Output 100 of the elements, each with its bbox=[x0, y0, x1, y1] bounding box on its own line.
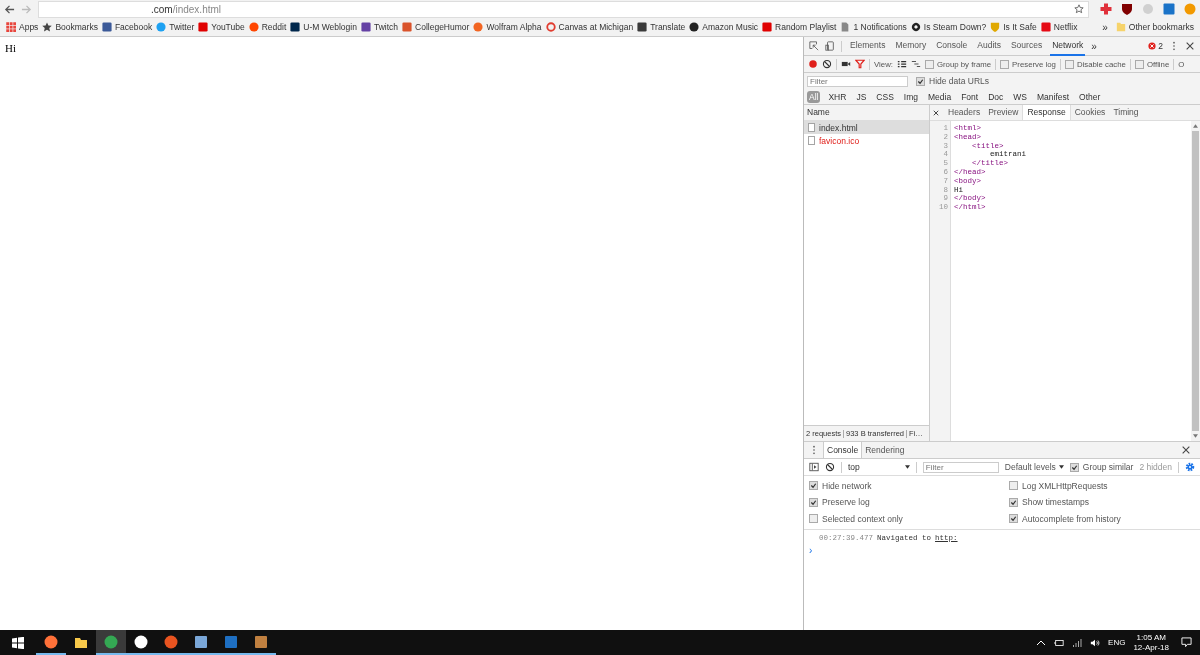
bookmark[interactable]: Wolfram Alpha bbox=[473, 22, 542, 32]
site-icon bbox=[1040, 22, 1051, 32]
type-filter[interactable]: Manifest bbox=[1035, 90, 1072, 103]
scrollbar[interactable] bbox=[1191, 121, 1200, 441]
checkbox-option[interactable]: Group similar bbox=[1069, 462, 1134, 472]
panel-tab[interactable]: Console bbox=[934, 36, 970, 56]
bookmark[interactable]: CollegeHumor bbox=[402, 22, 470, 32]
caret-icon bbox=[904, 465, 910, 469]
detail-tab[interactable]: Headers bbox=[944, 105, 985, 120]
device-icon[interactable] bbox=[825, 41, 835, 51]
checkbox-option[interactable]: Preserve log bbox=[809, 496, 1009, 508]
battery-icon[interactable] bbox=[1054, 637, 1065, 648]
bookmark[interactable]: YouTube bbox=[198, 22, 245, 32]
bookmark[interactable]: Apps bbox=[6, 22, 39, 32]
site-icon bbox=[198, 22, 209, 32]
detail-tab[interactable]: Response bbox=[1022, 105, 1071, 120]
checkbox-option[interactable]: Autocomplete from history bbox=[1009, 513, 1195, 525]
request-row[interactable]: favicon.ico bbox=[804, 134, 929, 147]
panel-tab[interactable]: Memory bbox=[893, 36, 929, 56]
list-view-icon[interactable] bbox=[896, 59, 907, 69]
speaker-icon[interactable] bbox=[1090, 637, 1101, 648]
site-icon bbox=[637, 22, 648, 32]
bookmark[interactable]: Bookmarks bbox=[42, 22, 98, 32]
address-bar[interactable]: .com/index.html bbox=[38, 0, 1089, 18]
windows-start-icon[interactable] bbox=[12, 636, 24, 649]
bookmark[interactable]: Reddit bbox=[248, 22, 287, 32]
checkbox-option[interactable]: Show timestamps bbox=[1009, 496, 1195, 508]
prompt-caret[interactable]: › bbox=[809, 544, 813, 556]
more-bookmarks-button[interactable]: » bbox=[1102, 21, 1108, 33]
language-indicator[interactable]: ENG bbox=[1108, 638, 1126, 647]
other-bookmarks[interactable]: Other bookmarks bbox=[1115, 22, 1194, 32]
bookmark[interactable]: Random Playlist bbox=[762, 22, 837, 32]
checkbox-option[interactable]: Hide network bbox=[809, 480, 1009, 492]
type-filter[interactable]: CSS bbox=[874, 90, 896, 103]
detail-tab[interactable]: Preview bbox=[984, 105, 1023, 120]
type-filter[interactable]: Doc bbox=[986, 90, 1006, 103]
settings-icon[interactable] bbox=[1185, 462, 1195, 472]
type-filter[interactable]: Other bbox=[1077, 90, 1103, 103]
bookmark-label: Facebook bbox=[114, 22, 153, 32]
scroll-down-icon[interactable] bbox=[1193, 434, 1198, 438]
bookmark[interactable]: Is Steam Down? bbox=[910, 22, 987, 32]
bookmark[interactable]: Twitter bbox=[156, 22, 195, 32]
panel-tab[interactable]: Elements bbox=[848, 36, 888, 56]
type-filter[interactable]: XHR bbox=[826, 90, 849, 103]
clock[interactable]: 1:05 AM 12-Apr-18 bbox=[1133, 632, 1169, 653]
panel-tab[interactable]: Audits bbox=[975, 36, 1003, 56]
drawer-tab[interactable]: Console bbox=[823, 442, 863, 458]
camera-icon[interactable] bbox=[841, 59, 851, 69]
close-icon[interactable] bbox=[1181, 445, 1191, 455]
bookmark-label: Twitch bbox=[373, 22, 399, 32]
drawer-tab[interactable]: Rendering bbox=[862, 442, 908, 458]
bookmark[interactable]: Facebook bbox=[101, 22, 153, 32]
panel-tab[interactable]: Sources bbox=[1008, 36, 1045, 56]
type-filter[interactable]: Media bbox=[926, 90, 954, 103]
close-icon[interactable] bbox=[1185, 41, 1195, 51]
checkbox-option[interactable]: Log XMLHttpRequests bbox=[1009, 480, 1195, 492]
waterfall-icon[interactable] bbox=[910, 59, 921, 69]
wifi-icon[interactable] bbox=[1072, 637, 1083, 648]
inspect-icon[interactable] bbox=[809, 41, 819, 51]
request-row[interactable]: index.html bbox=[804, 121, 929, 134]
bookmark[interactable]: 1 Notifications bbox=[840, 22, 907, 32]
bookmark[interactable]: U-M Weblogin bbox=[290, 22, 357, 32]
close-icon[interactable] bbox=[933, 109, 939, 116]
checkbox-option[interactable]: Selected context only bbox=[809, 513, 1009, 525]
clear-icon[interactable] bbox=[822, 59, 832, 69]
detail-tab[interactable]: Cookies bbox=[1070, 105, 1110, 120]
record-icon[interactable] bbox=[808, 59, 818, 69]
checkbox-option[interactable]: Hide data URLs bbox=[916, 76, 989, 86]
error-count[interactable]: 2 bbox=[1148, 41, 1163, 51]
type-filter[interactable]: Font bbox=[959, 90, 981, 103]
extension-icon[interactable] bbox=[1121, 3, 1133, 15]
extension-icon[interactable] bbox=[1100, 3, 1112, 15]
scroll-up-icon[interactable] bbox=[1193, 124, 1198, 128]
clock-time: 1:05 AM bbox=[1136, 632, 1166, 643]
filter-icon[interactable] bbox=[855, 59, 865, 69]
back-icon[interactable] bbox=[4, 3, 15, 15]
notifications-icon[interactable] bbox=[1181, 637, 1192, 648]
sidebar-toggle-icon[interactable] bbox=[809, 462, 819, 472]
bookmark[interactable]: Amazon Music bbox=[689, 22, 759, 32]
detail-tab[interactable]: Timing bbox=[1109, 105, 1143, 120]
extension-icon[interactable] bbox=[1163, 3, 1175, 15]
type-filter[interactable]: WS bbox=[1011, 90, 1029, 103]
star-icon[interactable] bbox=[1074, 4, 1084, 14]
filter-field[interactable]: Filter bbox=[922, 461, 999, 473]
site-icon bbox=[762, 22, 773, 32]
levels-dropdown[interactable]: Default levels bbox=[1004, 462, 1064, 472]
type-filter[interactable]: Img bbox=[901, 90, 920, 103]
star-icon bbox=[42, 22, 53, 32]
clear-icon[interactable] bbox=[825, 462, 835, 472]
column-header[interactable]: Name bbox=[804, 105, 929, 121]
context-dropdown[interactable]: top bbox=[848, 462, 910, 472]
error-count-text: 2 bbox=[1158, 41, 1163, 51]
filter-field[interactable]: Filter bbox=[807, 75, 908, 87]
type-filter[interactable]: JS bbox=[854, 90, 869, 103]
more-tabs-button[interactable]: » bbox=[1091, 40, 1097, 52]
bookmark-label: Reddit bbox=[261, 22, 287, 32]
bookmark[interactable]: Translate bbox=[637, 22, 686, 32]
bookmark[interactable]: Is It Safe bbox=[990, 22, 1037, 32]
bookmark[interactable]: Twitch bbox=[360, 22, 399, 32]
bookmark[interactable]: Netflix bbox=[1040, 22, 1078, 32]
